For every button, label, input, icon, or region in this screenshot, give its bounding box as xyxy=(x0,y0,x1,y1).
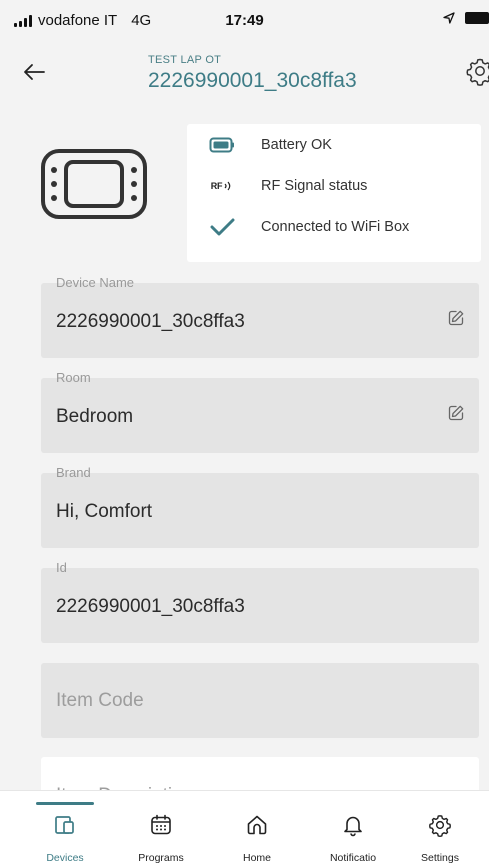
nav-settings-label: Settings xyxy=(421,852,459,864)
status-time: 17:49 xyxy=(225,12,264,29)
rf-signal-icon: RF xyxy=(205,174,239,198)
rf-signal-status-row: RF RF Signal status xyxy=(205,174,368,198)
battery-status-label: Battery OK xyxy=(261,137,332,153)
nav-devices-label: Devices xyxy=(46,852,84,864)
back-button[interactable] xyxy=(16,54,52,90)
wifi-box-status-row: Connected to WiFi Box xyxy=(205,215,409,239)
nav-home[interactable]: Home xyxy=(208,791,306,864)
active-tab-indicator xyxy=(36,802,94,805)
calendar-icon xyxy=(151,814,171,835)
id-value: 2226990001_30c8ffa3 xyxy=(56,596,245,617)
device-name-value: 2226990001_30c8ffa3 xyxy=(56,311,245,332)
rf-icon-text: RF xyxy=(210,181,223,191)
phone-battery-icon xyxy=(465,12,489,24)
nav-notifications-label: Notificatio xyxy=(329,852,377,864)
bell-icon xyxy=(344,816,362,837)
brand-label: Brand xyxy=(56,465,91,480)
check-icon xyxy=(205,215,239,239)
page-title: 2226990001_30c8ffa3 xyxy=(148,69,357,92)
battery-icon xyxy=(205,133,239,157)
edit-icon[interactable] xyxy=(447,309,465,327)
device-name-label: Device Name xyxy=(56,275,135,290)
app-header: TEST LAP OT 2226990001_30c8ffa3 xyxy=(0,44,489,106)
battery-status-row: Battery OK xyxy=(205,133,332,157)
status-bar: vodafone IT 4G 17:49 xyxy=(0,0,489,44)
device-status-card: Battery OK RF RF Signal status Connected… xyxy=(187,124,481,262)
brand-field: Brand Hi, Comfort xyxy=(41,466,479,548)
id-label: Id xyxy=(56,560,67,575)
rf-signal-status-label: RF Signal status xyxy=(261,178,368,194)
wifi-box-status-label: Connected to WiFi Box xyxy=(261,219,410,235)
room-label: Room xyxy=(56,370,91,385)
nav-programs-label: Programs xyxy=(138,852,184,864)
brand-value: Hi, Comfort xyxy=(56,501,153,522)
nav-programs[interactable]: Programs xyxy=(112,791,210,864)
devices-icon xyxy=(55,816,74,834)
back-arrow-icon xyxy=(24,64,45,80)
home-icon xyxy=(247,815,267,835)
status-right xyxy=(443,12,489,24)
room-field[interactable]: Room Bedroom xyxy=(41,371,479,453)
device-name-field[interactable]: Device Name 2226990001_30c8ffa3 xyxy=(41,276,479,358)
edit-icon[interactable] xyxy=(447,404,465,422)
gear-icon[interactable] xyxy=(465,56,489,86)
item-code-field[interactable]: Item Code xyxy=(41,663,479,738)
location-arrow-icon xyxy=(443,12,455,24)
item-code-placeholder: Item Code xyxy=(56,690,144,711)
id-field: Id 2226990001_30c8ffa3 xyxy=(41,561,479,643)
room-value: Bedroom xyxy=(56,406,134,427)
nav-settings[interactable]: Settings xyxy=(391,791,489,864)
nav-home-label: Home xyxy=(242,852,271,864)
device-group-label: TEST LAP OT xyxy=(148,54,222,66)
nav-notifications[interactable]: Notificatio xyxy=(304,791,402,864)
thermostat-device-icon xyxy=(41,149,147,219)
gear-icon xyxy=(429,815,451,837)
